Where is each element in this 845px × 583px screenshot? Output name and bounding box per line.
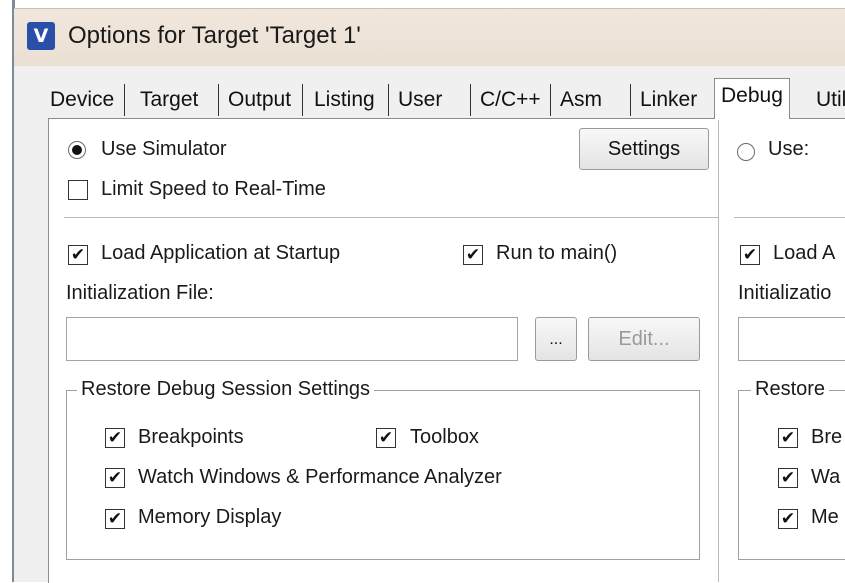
memory-display-right-checkbox[interactable]: ✔ xyxy=(778,509,798,529)
toolbox-label: Toolbox xyxy=(410,426,479,448)
initialization-file-label: Initialization File: xyxy=(66,282,214,304)
watch-windows-right-label: Wa xyxy=(811,466,841,488)
tab-output[interactable]: Output xyxy=(224,84,291,116)
restore-right-label: Restore xyxy=(751,378,830,401)
settings-button[interactable]: Settings xyxy=(579,128,709,170)
tab-separator xyxy=(388,84,389,116)
limit-speed-checkbox[interactable] xyxy=(68,180,88,200)
toolbox-checkbox[interactable]: ✔ xyxy=(376,428,396,448)
tab-asm[interactable]: Asm xyxy=(556,84,602,116)
watch-windows-label: Watch Windows & Performance Analyzer xyxy=(138,466,502,488)
options-dialog: V Options for Target 'Target 1' Device T… xyxy=(0,0,845,583)
initialization-file-right-input[interactable] xyxy=(738,317,845,361)
load-application-label: Load Application at Startup xyxy=(101,242,341,264)
tab-user[interactable]: User xyxy=(394,84,442,116)
memory-display-checkbox[interactable]: ✔ xyxy=(105,509,125,529)
tab-target[interactable]: Target xyxy=(136,84,198,116)
memory-display-right-label: Me xyxy=(811,506,839,528)
tab-listing[interactable]: Listing xyxy=(310,84,375,116)
memory-display-label: Memory Display xyxy=(138,506,282,528)
watch-windows-right-checkbox[interactable]: ✔ xyxy=(778,468,798,488)
watch-windows-checkbox[interactable]: ✔ xyxy=(105,468,125,488)
tab-separator xyxy=(124,84,125,116)
edit-button[interactable]: Edit... xyxy=(588,317,700,361)
section-divider xyxy=(64,217,718,218)
load-application-checkbox[interactable]: ✔ xyxy=(68,245,88,265)
title-bar[interactable]: V Options for Target 'Target 1' xyxy=(14,8,845,67)
load-application-right-checkbox[interactable]: ✔ xyxy=(740,245,760,265)
check-mark-icon: ✔ xyxy=(465,245,481,265)
tab-separator xyxy=(550,84,551,116)
use-simulator-label: Use Simulator xyxy=(101,138,227,160)
check-mark-icon: ✔ xyxy=(742,245,758,265)
use-simulator-radio[interactable] xyxy=(68,141,86,159)
window-title: Options for Target 'Target 1' xyxy=(68,22,361,49)
column-divider xyxy=(718,120,719,582)
limit-speed-label: Limit Speed to Real-Time xyxy=(101,178,326,200)
load-application-right-label: Load A xyxy=(773,242,836,264)
tab-utilities[interactable]: Util xyxy=(812,84,845,116)
tab-linker[interactable]: Linker xyxy=(636,84,697,116)
initialization-file-input[interactable] xyxy=(66,317,518,361)
restore-debug-session-label: Restore Debug Session Settings xyxy=(77,378,375,401)
run-to-main-label: Run to main() xyxy=(496,242,618,264)
initialization-file-right-label: Initializatio xyxy=(738,282,832,304)
check-mark-icon: ✔ xyxy=(378,428,394,448)
tab-strip: Device Target Output Listing User C/C++ … xyxy=(30,78,845,119)
check-mark-icon: ✔ xyxy=(70,245,86,265)
tab-separator xyxy=(218,84,219,116)
breakpoints-right-checkbox[interactable]: ✔ xyxy=(778,428,798,448)
tab-separator xyxy=(470,84,471,116)
breakpoints-right-label: Bre xyxy=(811,426,843,448)
tab-separator xyxy=(630,84,631,116)
keil-uvision-icon: V xyxy=(27,22,55,50)
tab-c-cpp[interactable]: C/C++ xyxy=(476,84,541,116)
browse-button[interactable]: ... xyxy=(535,317,577,361)
check-mark-icon: ✔ xyxy=(780,468,796,488)
breakpoints-checkbox[interactable]: ✔ xyxy=(105,428,125,448)
tab-separator xyxy=(302,84,303,116)
check-mark-icon: ✔ xyxy=(780,509,796,529)
use-target-label: Use: xyxy=(768,138,810,160)
check-mark-icon: ✔ xyxy=(780,428,796,448)
breakpoints-label: Breakpoints xyxy=(138,426,244,448)
check-mark-icon: ✔ xyxy=(107,468,123,488)
check-mark-icon: ✔ xyxy=(107,509,123,529)
run-to-main-checkbox[interactable]: ✔ xyxy=(463,245,483,265)
section-divider-right xyxy=(734,217,845,218)
check-mark-icon: ✔ xyxy=(107,428,123,448)
use-target-radio[interactable] xyxy=(737,143,755,161)
tab-debug[interactable]: Debug xyxy=(714,78,790,119)
tab-device[interactable]: Device xyxy=(46,84,114,116)
